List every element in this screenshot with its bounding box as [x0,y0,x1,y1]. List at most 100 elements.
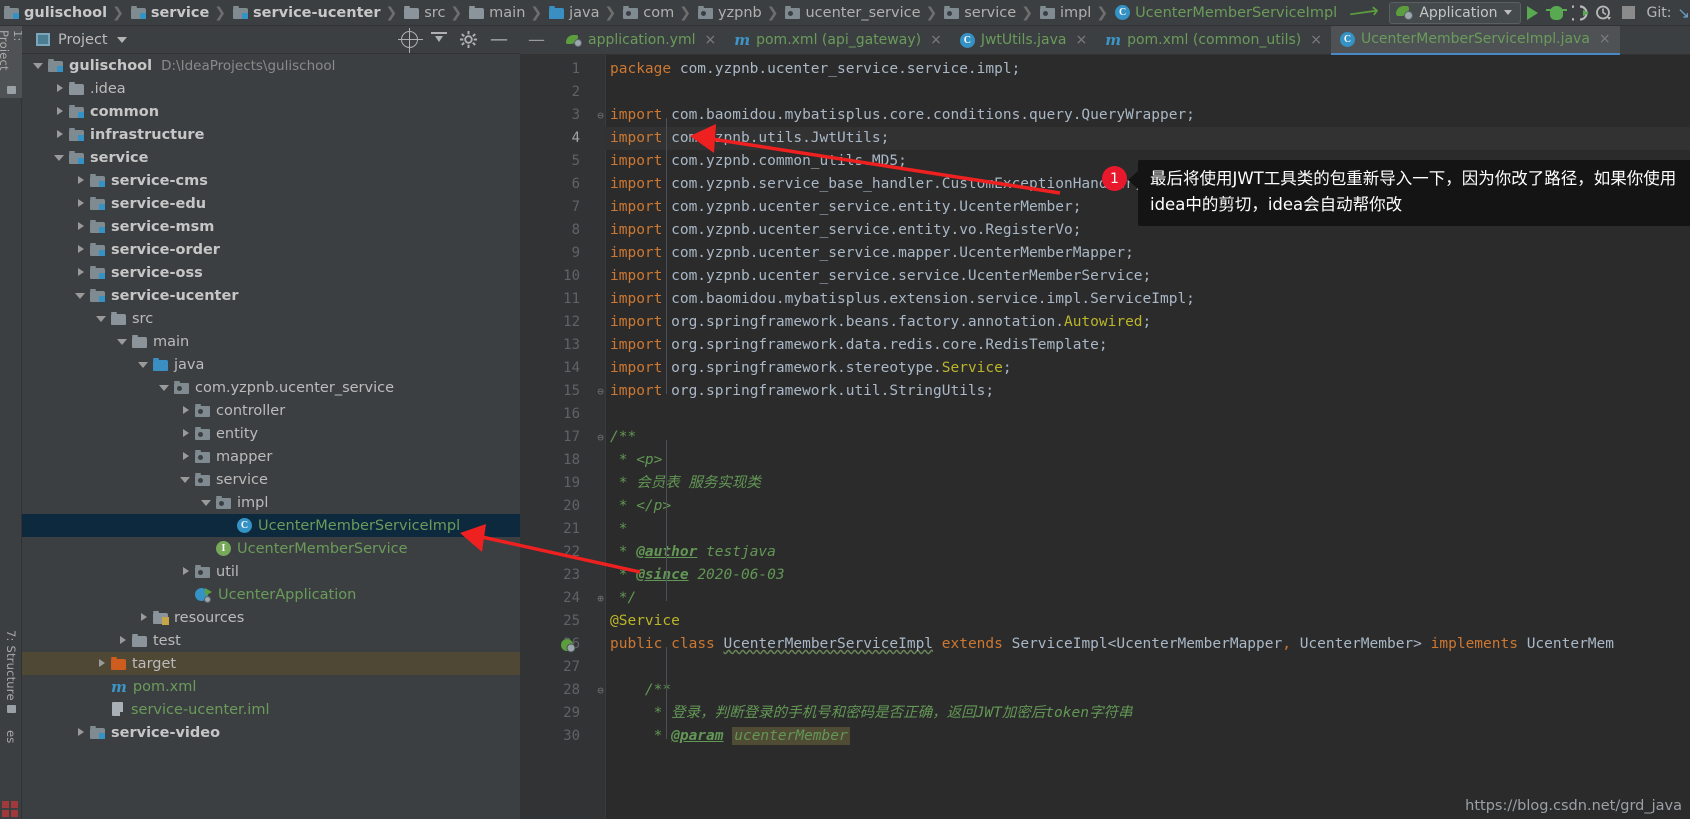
gear-icon[interactable] [460,31,477,48]
tree-twisty-right-icon[interactable] [74,174,87,187]
spring-bean-gutter-icon[interactable] [560,637,576,653]
code-fold-marker-icon[interactable]: ⊖ [594,679,607,702]
profiler-button[interactable] [1593,2,1617,24]
tree-item[interactable]: mapper [22,445,520,468]
tree-twisty-right-icon[interactable] [53,82,66,95]
code-fold-marker-icon[interactable]: ⊕ [594,587,607,610]
close-icon[interactable]: × [1075,32,1087,48]
tree-item[interactable]: common [22,100,520,123]
tree-item[interactable]: service-cms [22,169,520,192]
tree-item[interactable]: service [22,468,520,491]
code-line[interactable]: import com.yzpnb.ucenter_service.entity.… [610,196,1081,219]
tree-twisty-right-icon[interactable] [74,243,87,256]
tree-item[interactable]: service-order [22,238,520,261]
run-button[interactable] [1521,2,1545,24]
tree-item[interactable]: entity [22,422,520,445]
code-line[interactable]: /** [610,426,636,449]
close-icon[interactable]: × [930,32,942,48]
tree-twisty-down-icon[interactable] [95,312,108,325]
tree-twisty-right-icon[interactable] [74,266,87,279]
code-line[interactable]: import com.yzpnb.ucenter_service.service… [610,265,1151,288]
code-line[interactable]: * <p> [610,449,663,472]
breadcrumb-item-ucentermemberserviceimpl[interactable]: C UcenterMemberServiceImpl [1111,0,1339,26]
run-with-coverage-button[interactable] [1569,2,1593,24]
tree-twisty-down-icon[interactable] [53,151,66,164]
code-line[interactable]: * 会员表 服务实现类 [610,472,761,495]
editor-tab-jwtutils-java[interactable]: C JwtUtils.java × [951,26,1096,55]
tree-item[interactable]: .idea [22,77,520,100]
breadcrumb-item-service[interactable]: service [940,0,1018,26]
tool-window-tab-project[interactable]: 1: Project [0,26,25,98]
breadcrumb-item-service[interactable]: service [127,0,211,26]
tree-twisty-right-icon[interactable] [179,565,192,578]
tree-item[interactable]: target [22,652,520,675]
code-line[interactable]: public class UcenterMemberServiceImpl ex… [610,633,1614,656]
editor-tab-pom-xml-api-gateway-[interactable]: m pom.xml (api_gateway) × [725,26,951,55]
stop-button[interactable] [1616,2,1640,24]
tree-item[interactable]: service [22,146,520,169]
tree-item[interactable]: service-ucenter.iml [22,698,520,721]
tree-twisty-right-icon[interactable] [179,427,192,440]
tree-twisty-right-icon[interactable] [179,404,192,417]
chevron-down-icon[interactable] [116,36,127,43]
tree-item-selected[interactable]: C UcenterMemberServiceImpl [22,514,520,537]
editor-tab-pom-xml-common-utils-[interactable]: m pom.xml (common_utils) × [1096,26,1331,55]
back-arrow-icon[interactable]: ⟶ [1348,0,1381,26]
code-line[interactable]: import com.baomidou.mybatisplus.core.con… [610,104,1195,127]
tree-twisty-right-icon[interactable] [74,726,87,739]
code-fold-marker-icon[interactable]: ⊖ [594,426,607,449]
tree-twisty-right-icon[interactable] [53,128,66,141]
close-icon[interactable]: × [1310,32,1322,48]
tree-item[interactable]: impl [22,491,520,514]
code-line[interactable]: import org.springframework.beans.factory… [610,311,1151,334]
code-line[interactable]: import org.springframework.stereotype.Se… [610,357,1012,380]
tree-twisty-right-icon[interactable] [53,105,66,118]
code-line[interactable]: import org.springframework.util.StringUt… [610,380,994,403]
tree-twisty-down-icon[interactable] [116,335,129,348]
close-icon[interactable]: × [705,32,717,48]
code-line[interactable]: * @param ucenterMember [610,725,850,748]
hide-icon[interactable]: — [490,30,508,49]
code-line[interactable]: import com.baomidou.mybatisplus.extensio… [610,288,1195,311]
run-configuration-selector[interactable]: Application [1389,1,1521,24]
collapse-all-icon[interactable] [431,31,447,48]
tree-item[interactable]: service-oss [22,261,520,284]
tree-twisty-right-icon[interactable] [116,634,129,647]
tree-twisty-right-icon[interactable] [74,197,87,210]
breadcrumb-item-impl[interactable]: impl [1036,0,1093,26]
tree-item[interactable]: src [22,307,520,330]
breadcrumb-item-gulischool[interactable]: gulischool [0,0,109,26]
breadcrumb-item-java[interactable]: java [545,0,601,26]
code-line[interactable]: import com.yzpnb.common_utils.MD5; [610,150,907,173]
tree-twisty-right-icon[interactable] [95,657,108,670]
code-line[interactable]: import com.yzpnb.utils.JwtUtils; [610,127,889,150]
code-fold-marker-icon[interactable]: ⊖ [594,380,607,403]
tree-item[interactable]: java [22,353,520,376]
code-fold-marker-icon[interactable]: ⊖ [594,104,607,127]
breadcrumb-item-src[interactable]: src [400,0,447,26]
tree-item[interactable]: service-ucenter [22,284,520,307]
tree-twisty-right-icon[interactable] [137,611,150,624]
breadcrumb-item-com[interactable]: com [619,0,676,26]
tree-item[interactable]: UcenterApplication [22,583,520,606]
breadcrumb-item-yzpnb[interactable]: yzpnb [694,0,764,26]
tree-item[interactable]: m pom.xml [22,675,520,698]
tree-item[interactable]: service-video [22,721,520,744]
breadcrumb-item-main[interactable]: main [465,0,527,26]
breadcrumb-item-service-ucenter[interactable]: service-ucenter [229,0,382,26]
tree-item[interactable]: service-edu [22,192,520,215]
code-line[interactable]: import com.yzpnb.service_base_handler.Cu… [610,173,1143,196]
code-line[interactable]: @Service [610,610,680,633]
close-icon[interactable]: × [1599,31,1611,47]
tree-twisty-down-icon[interactable] [74,289,87,302]
tree-item[interactable]: com.yzpnb.ucenter_service [22,376,520,399]
tree-item[interactable]: main [22,330,520,353]
code-line[interactable]: * </p> [610,495,671,518]
tree-item[interactable]: controller [22,399,520,422]
debug-button[interactable] [1545,2,1569,24]
tree-item[interactable]: service-msm [22,215,520,238]
tree-item[interactable]: I UcenterMemberService [22,537,520,560]
code-line[interactable]: * @author testjava [610,541,776,564]
tree-twisty-down-icon[interactable] [137,358,150,371]
tool-window-tab-structure[interactable]: 7: Structure [0,626,22,720]
